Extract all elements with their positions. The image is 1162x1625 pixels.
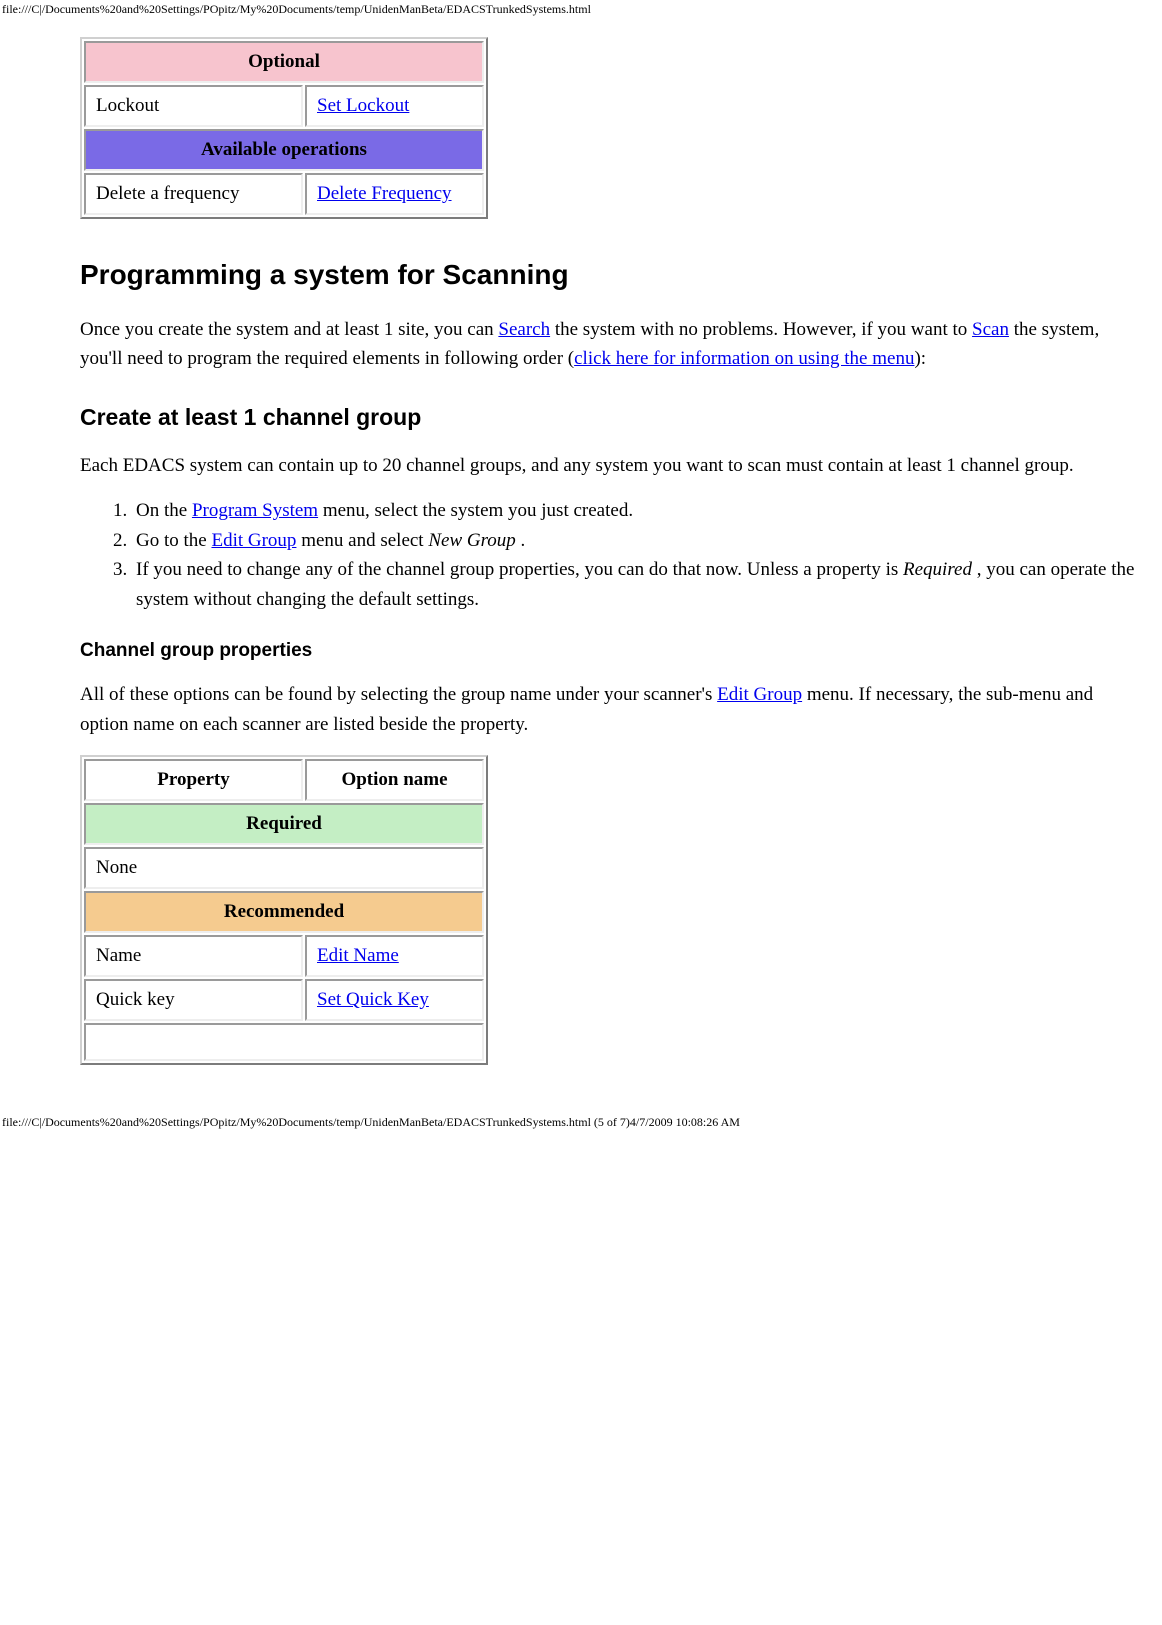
delete-frequency-link[interactable]: Delete Frequency	[317, 183, 452, 204]
name-label: Name	[84, 935, 303, 977]
group-intro-paragraph: Each EDACS system can contain up to 20 c…	[80, 451, 1142, 480]
edit-group-link-2[interactable]: Edit Group	[717, 684, 802, 705]
scan-link[interactable]: Scan	[972, 319, 1009, 340]
subsection-heading: Create at least 1 channel group	[80, 404, 1142, 431]
steps-list: On the Program System menu, select the s…	[80, 496, 1142, 614]
edit-group-link[interactable]: Edit Group	[211, 530, 296, 551]
new-group-em: New Group	[428, 530, 515, 551]
option-name-column-header: Option name	[305, 759, 484, 801]
set-quick-key-link[interactable]: Set Quick Key	[317, 989, 429, 1010]
property-column-header: Property	[84, 759, 303, 801]
table-row: Delete a frequency Delete Frequency	[84, 173, 484, 215]
menu-info-link[interactable]: click here for information on using the …	[574, 348, 914, 369]
quick-key-label: Quick key	[84, 979, 303, 1021]
lockout-label: Lockout	[84, 85, 303, 127]
recommended-header: Recommended	[84, 891, 484, 933]
delete-frequency-label: Delete a frequency	[84, 173, 303, 215]
frequency-options-table: Optional Lockout Set Lockout Available o…	[80, 37, 488, 219]
table-row: Quick key Set Quick Key	[84, 979, 484, 1021]
page-body: Optional Lockout Set Lockout Available o…	[0, 17, 1162, 1105]
optional-header: Optional	[84, 41, 484, 83]
group-properties-table: Property Option name Required None Recom…	[80, 755, 488, 1065]
intro-paragraph: Once you create the system and at least …	[80, 315, 1142, 374]
list-item: On the Program System menu, select the s…	[132, 496, 1142, 525]
set-lockout-link[interactable]: Set Lockout	[317, 95, 409, 116]
list-item: Go to the Edit Group menu and select New…	[132, 526, 1142, 555]
section-heading: Programming a system for Scanning	[80, 259, 1142, 291]
edit-name-link[interactable]: Edit Name	[317, 945, 399, 966]
required-em: Required	[903, 559, 972, 580]
list-item: If you need to change any of the channel…	[132, 555, 1142, 614]
search-link[interactable]: Search	[498, 319, 550, 340]
table-row: None	[84, 847, 484, 889]
file-path-header: file:///C|/Documents%20and%20Settings/PO…	[0, 0, 1162, 17]
table-row: Name Edit Name	[84, 935, 484, 977]
properties-paragraph: All of these options can be found by sel…	[80, 680, 1142, 739]
properties-heading: Channel group properties	[80, 640, 1142, 662]
none-cell: None	[84, 847, 484, 889]
file-path-footer: file:///C|/Documents%20and%20Settings/PO…	[0, 1105, 1162, 1140]
program-system-link[interactable]: Program System	[192, 500, 318, 521]
available-operations-header: Available operations	[84, 129, 484, 171]
table-row: Lockout Set Lockout	[84, 85, 484, 127]
required-header: Required	[84, 803, 484, 845]
